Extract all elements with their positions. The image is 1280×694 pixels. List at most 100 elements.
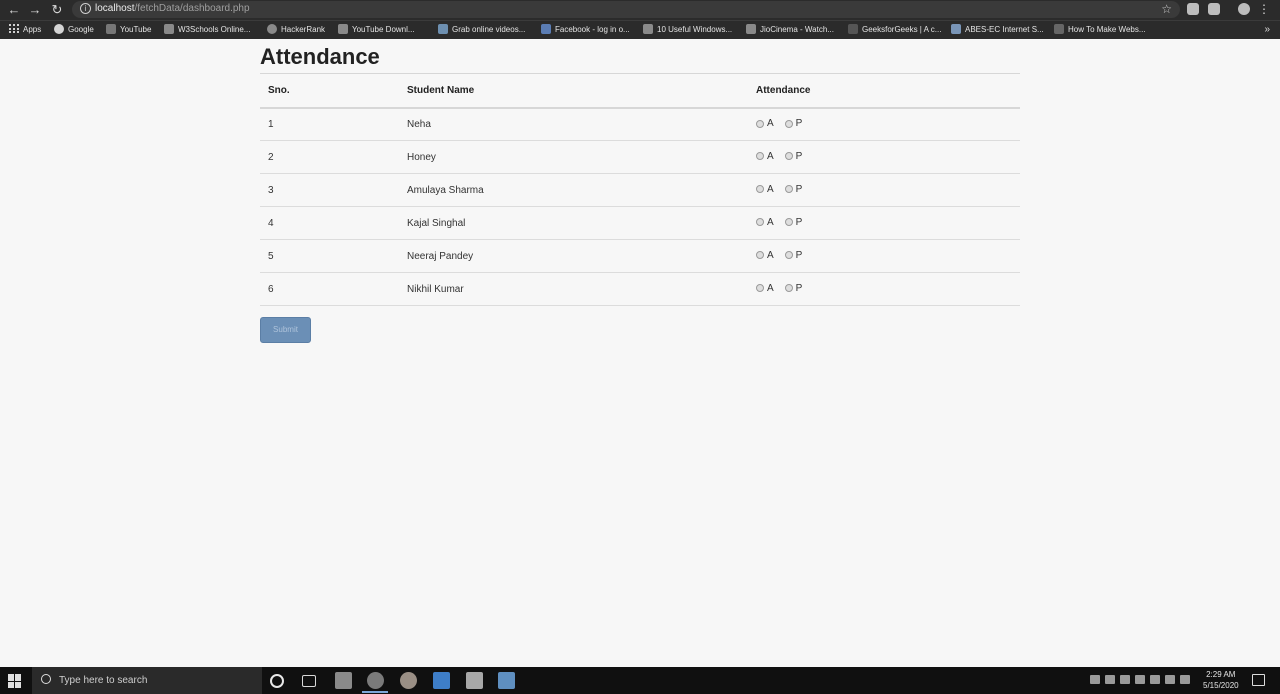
cell-student-name: Nikhil Kumar xyxy=(399,272,748,306)
table-header-row: Sno. Student Name Attendance xyxy=(260,73,1020,109)
hackerrank-icon xyxy=(267,24,277,34)
header-attendance: Attendance xyxy=(748,73,1020,109)
cell-sno: 3 xyxy=(260,173,399,207)
bookmark-label: Apps xyxy=(23,24,42,34)
bookmark-hackerrank[interactable]: HackerRank xyxy=(267,24,325,34)
bookmark-youtube[interactable]: YouTube xyxy=(106,24,151,34)
cortana-icon[interactable] xyxy=(270,674,284,688)
taskbar-clock[interactable]: 2:29 AM 5/15/2020 xyxy=(1203,669,1239,691)
bookmark-label: Facebook - log in o... xyxy=(555,24,630,34)
image-viewer-icon[interactable] xyxy=(466,672,483,689)
cell-attendance: AP xyxy=(748,239,1020,273)
bookmark-star-icon[interactable]: ☆ xyxy=(1161,2,1172,16)
attendance-option-present[interactable]: P xyxy=(784,217,802,228)
submit-button[interactable]: Submit xyxy=(260,317,311,343)
radio-present[interactable] xyxy=(784,185,793,194)
cell-student-name: Neeraj Pandey xyxy=(399,239,748,273)
cell-attendance: AP xyxy=(748,173,1020,207)
bookmark-label: YouTube Downl... xyxy=(352,24,415,34)
attendance-option-present[interactable]: P xyxy=(784,283,802,294)
radio-present[interactable] xyxy=(784,218,793,227)
notification-icon[interactable] xyxy=(1252,674,1265,686)
task-view-icon[interactable] xyxy=(302,675,316,687)
tray-icon[interactable] xyxy=(1105,675,1115,684)
keyboard-icon[interactable] xyxy=(1180,675,1190,684)
attendance-option-absent[interactable]: A xyxy=(756,250,774,261)
header-sno: Sno. xyxy=(260,73,399,109)
tray-icon[interactable] xyxy=(1135,675,1145,684)
radio-absent[interactable] xyxy=(756,152,764,161)
firefox-icon[interactable] xyxy=(400,672,417,689)
radio-label-a: A xyxy=(767,216,774,228)
radio-absent[interactable] xyxy=(756,218,764,227)
table-row: 3 Amulaya Sharma A P xyxy=(260,173,1020,207)
radio-present[interactable] xyxy=(784,251,793,260)
radio-label-a: A xyxy=(767,183,774,195)
radio-absent[interactable] xyxy=(756,284,764,293)
windows-start-icon[interactable] xyxy=(8,674,22,688)
bookmark-windows[interactable]: 10 Useful Windows... xyxy=(643,24,732,34)
attendance-option-absent[interactable]: A xyxy=(756,217,774,228)
arrow-left-icon[interactable]: ← xyxy=(6,2,22,18)
tray-icon[interactable] xyxy=(1120,675,1130,684)
attendance-option-absent[interactable]: A xyxy=(756,151,774,162)
bookmark-abes[interactable]: ABES-EC Internet S... xyxy=(951,24,1044,34)
bookmark-facebook[interactable]: Facebook - log in o... xyxy=(541,24,630,34)
bookmark-youtube-downloader[interactable]: YouTube Downl... xyxy=(338,24,415,34)
radio-present[interactable] xyxy=(784,284,793,293)
clock-date: 5/15/2020 xyxy=(1203,681,1239,690)
wifi-icon[interactable] xyxy=(1150,675,1160,684)
bookmark-google[interactable]: Google xyxy=(54,24,94,34)
file-manager-icon[interactable] xyxy=(335,672,352,689)
attendance-option-absent[interactable]: A xyxy=(756,184,774,195)
bookmark-label: Grab online videos... xyxy=(452,24,526,34)
windows-taskbar: Type here to search 2:29 AM 5/15/2020 xyxy=(0,667,1280,694)
bookmarks-bar: Apps Google YouTube W3Schools Online... … xyxy=(0,20,1280,39)
cell-attendance: AP xyxy=(748,107,1020,141)
radio-present[interactable] xyxy=(784,119,793,128)
attendance-option-absent[interactable]: A xyxy=(756,283,774,294)
bookmark-grab-videos[interactable]: Grab online videos... xyxy=(438,24,525,34)
attendance-option-absent[interactable]: A xyxy=(756,118,774,129)
bookmark-geeksforgeeks[interactable]: GeeksforGeeks | A c... xyxy=(848,24,941,34)
cell-student-name: Neha xyxy=(399,107,748,141)
cell-sno: 2 xyxy=(260,140,399,174)
bookmark-label: YouTube xyxy=(120,24,152,34)
attendance-option-present[interactable]: P xyxy=(784,118,802,129)
address-bar[interactable]: i localhost/fetchData/dashboard.php ☆ xyxy=(72,1,1180,18)
radio-absent[interactable] xyxy=(756,251,764,260)
url-text[interactable]: localhost/fetchData/dashboard.php xyxy=(95,3,250,14)
attendance-option-present[interactable]: P xyxy=(784,184,802,195)
arrow-right-icon[interactable]: → xyxy=(27,2,43,18)
app-icon[interactable] xyxy=(498,672,515,689)
more-bookmarks-icon[interactable]: » xyxy=(1264,24,1270,35)
vscode-icon[interactable] xyxy=(433,672,450,689)
attendance-option-present[interactable]: P xyxy=(784,151,802,162)
radio-present[interactable] xyxy=(784,152,793,161)
bookmark-w3schools[interactable]: W3Schools Online... xyxy=(164,24,250,34)
bookmark-label: 10 Useful Windows... xyxy=(657,24,733,34)
bookmark-how-to-make-websites[interactable]: How To Make Webs... xyxy=(1054,24,1146,34)
profile-avatar[interactable] xyxy=(1238,3,1250,15)
radio-label-a: A xyxy=(767,282,774,294)
radio-absent[interactable] xyxy=(756,119,764,128)
taskbar-search[interactable]: Type here to search xyxy=(32,667,262,694)
geeksforgeeks-icon xyxy=(848,24,858,34)
radio-absent[interactable] xyxy=(756,185,764,194)
reload-icon[interactable]: ↻ xyxy=(49,2,65,18)
radio-label-a: A xyxy=(767,150,774,162)
cell-sno: 6 xyxy=(260,272,399,306)
extension-icon[interactable] xyxy=(1208,3,1220,15)
bookmark-apps[interactable]: Apps xyxy=(9,24,41,34)
url-host: localhost xyxy=(95,3,135,14)
attendance-option-present[interactable]: P xyxy=(784,250,802,261)
info-icon[interactable]: i xyxy=(80,3,91,14)
bookmark-jiocinema[interactable]: JioCinema - Watch... xyxy=(746,24,834,34)
tray-icon[interactable] xyxy=(1090,675,1100,684)
browser-menu-icon[interactable]: ⋮ xyxy=(1258,2,1270,16)
extension-icon[interactable] xyxy=(1187,3,1199,15)
volume-icon[interactable] xyxy=(1165,675,1175,684)
bookmark-label: HackerRank xyxy=(281,24,326,34)
jiocinema-icon xyxy=(746,24,756,34)
chrome-icon[interactable] xyxy=(367,672,384,689)
